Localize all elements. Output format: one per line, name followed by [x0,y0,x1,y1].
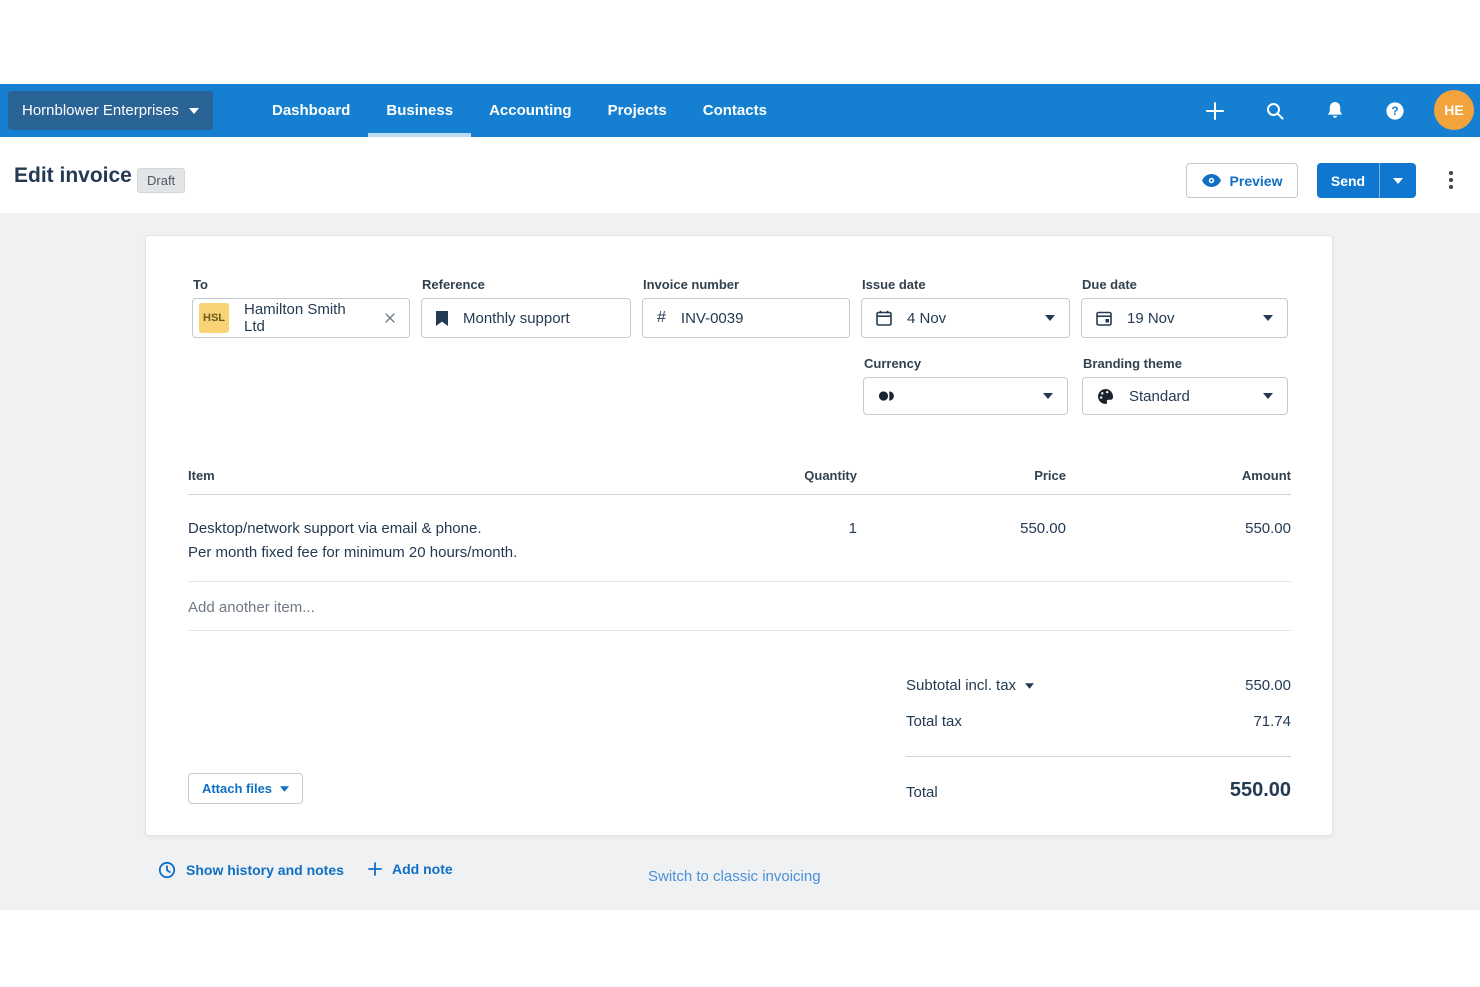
total-tax-label: Total tax [906,713,962,730]
add-item-row[interactable]: Add another item... [188,599,315,616]
nav-tab-business[interactable]: Business [368,84,471,137]
main-nav: Dashboard Business Accounting Projects C… [254,84,785,137]
nav-tab-contacts[interactable]: Contacts [685,84,785,137]
palette-icon [1097,388,1114,405]
contact-name: Hamilton Smith Ltd [244,301,370,335]
item-amount: 550.00 [1245,520,1291,537]
calendar-icon [1096,310,1112,326]
item-description-line2: Per month fixed fee for minimum 20 hours… [188,544,517,561]
to-field[interactable]: HSL Hamilton Smith Ltd [192,298,410,338]
contact-initials-badge: HSL [199,303,229,333]
attach-files-button[interactable]: Attach files [188,773,303,804]
show-history-link[interactable]: Show history and notes [158,861,344,879]
add-note-link[interactable]: Add note [368,861,453,877]
more-options-icon[interactable] [1447,169,1455,191]
top-navbar: Hornblower Enterprises Dashboard Busines… [0,84,1480,137]
col-header-quantity: Quantity [804,468,857,483]
org-name: Hornblower Enterprises [22,102,179,119]
nav-icon-group: ? [1205,84,1405,137]
col-header-price: Price [1034,468,1066,483]
branding-theme-value: Standard [1129,388,1190,405]
send-dropdown-button[interactable] [1379,163,1416,198]
total-label: Total [906,784,938,801]
issue-date-label: Issue date [862,277,926,292]
due-date-label: Due date [1082,277,1137,292]
reference-label: Reference [422,277,485,292]
chevron-down-icon [1263,393,1273,399]
row-divider [188,581,1291,582]
send-split-button: Send [1317,163,1416,198]
to-label: To [193,277,208,292]
item-price: 550.00 [1020,520,1066,537]
totals-divider [906,756,1291,757]
due-date-value: 19 Nov [1127,310,1175,327]
currency-coins-icon [878,389,896,403]
col-header-item: Item [188,468,215,483]
currency-label: Currency [864,356,921,371]
nav-tab-projects[interactable]: Projects [590,84,685,137]
reference-field[interactable]: Monthly support [421,298,631,338]
chevron-down-icon [189,108,199,114]
subtotal-dropdown[interactable]: Subtotal incl. tax [906,677,1034,694]
calendar-icon [876,310,892,326]
remove-contact-icon[interactable] [385,313,395,323]
table-header-divider [188,494,1291,495]
search-icon[interactable] [1265,100,1285,122]
bookmark-icon [436,311,448,326]
send-button[interactable]: Send [1317,163,1379,198]
nav-tab-accounting[interactable]: Accounting [471,84,590,137]
total-value: 550.00 [1230,779,1291,802]
currency-field[interactable] [863,377,1068,415]
issue-date-field[interactable]: 4 Nov [861,298,1070,338]
content-area: To Reference Invoice number Issue date D… [0,213,1480,910]
item-quantity: 1 [849,520,857,537]
avatar[interactable]: HE [1434,90,1474,130]
item-description-line1: Desktop/network support via email & phon… [188,520,482,537]
subtotal-value: 550.00 [1245,677,1291,694]
help-icon[interactable]: ? [1385,100,1405,122]
chevron-down-icon [1043,393,1053,399]
due-date-field[interactable]: 19 Nov [1081,298,1288,338]
switch-classic-invoicing-link[interactable]: Switch to classic invoicing [648,868,821,885]
total-tax-value: 71.74 [1253,713,1291,730]
org-selector[interactable]: Hornblower Enterprises [8,91,213,130]
col-header-amount: Amount [1242,468,1291,483]
issue-date-value: 4 Nov [907,310,946,327]
chevron-down-icon [1263,315,1273,321]
row-divider [188,630,1291,631]
invoice-number-label: Invoice number [643,277,739,292]
invoice-number-field[interactable]: # INV-0039 [642,298,850,338]
reference-value: Monthly support [463,310,570,327]
invoice-card: To Reference Invoice number Issue date D… [145,235,1333,836]
plus-icon[interactable] [1205,100,1225,122]
page-header: Edit invoice Draft Preview Send [0,137,1480,213]
status-badge: Draft [137,168,185,193]
nav-tab-dashboard[interactable]: Dashboard [254,84,368,137]
svg-text:?: ? [1391,104,1398,118]
chevron-down-icon [280,786,289,792]
bell-icon[interactable] [1325,100,1345,122]
chevron-down-icon [1025,683,1034,689]
chevron-down-icon [1393,178,1403,184]
page-title: Edit invoice [14,164,132,188]
plus-icon [368,862,382,876]
eye-icon [1202,174,1221,187]
history-icon [158,861,176,879]
preview-button[interactable]: Preview [1186,163,1298,198]
invoice-number-value: INV-0039 [681,310,744,327]
branding-theme-field[interactable]: Standard [1082,377,1288,415]
hash-icon: # [657,309,666,327]
branding-theme-label: Branding theme [1083,356,1182,371]
chevron-down-icon [1045,315,1055,321]
